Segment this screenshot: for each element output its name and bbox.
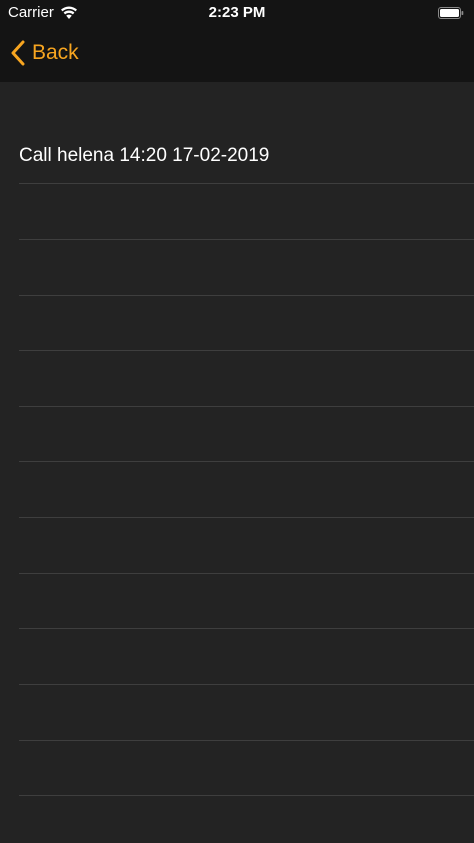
list-item[interactable] <box>19 184 474 240</box>
back-button[interactable]: Back <box>10 38 79 68</box>
navigation-bar: Back <box>0 26 474 82</box>
back-button-label: Back <box>32 41 79 64</box>
chevron-left-icon <box>11 40 25 66</box>
list-item[interactable] <box>19 629 474 685</box>
reminder-list: Call helena 14:20 17-02-2019 <box>0 82 474 843</box>
list-item[interactable] <box>19 573 474 629</box>
list-item[interactable] <box>19 240 474 296</box>
status-time: 2:23 PM <box>208 4 266 21</box>
status-bar: Carrier 2:23 PM <box>0 0 474 26</box>
battery-icon <box>438 7 464 19</box>
list-item[interactable] <box>19 462 474 518</box>
list-item[interactable] <box>19 740 474 796</box>
list-item[interactable] <box>19 295 474 351</box>
list-item[interactable] <box>19 406 474 462</box>
list-item[interactable]: Call helena 14:20 17-02-2019 <box>19 128 474 184</box>
list-item[interactable] <box>19 518 474 574</box>
list-item[interactable] <box>19 351 474 407</box>
list-item[interactable] <box>19 685 474 741</box>
